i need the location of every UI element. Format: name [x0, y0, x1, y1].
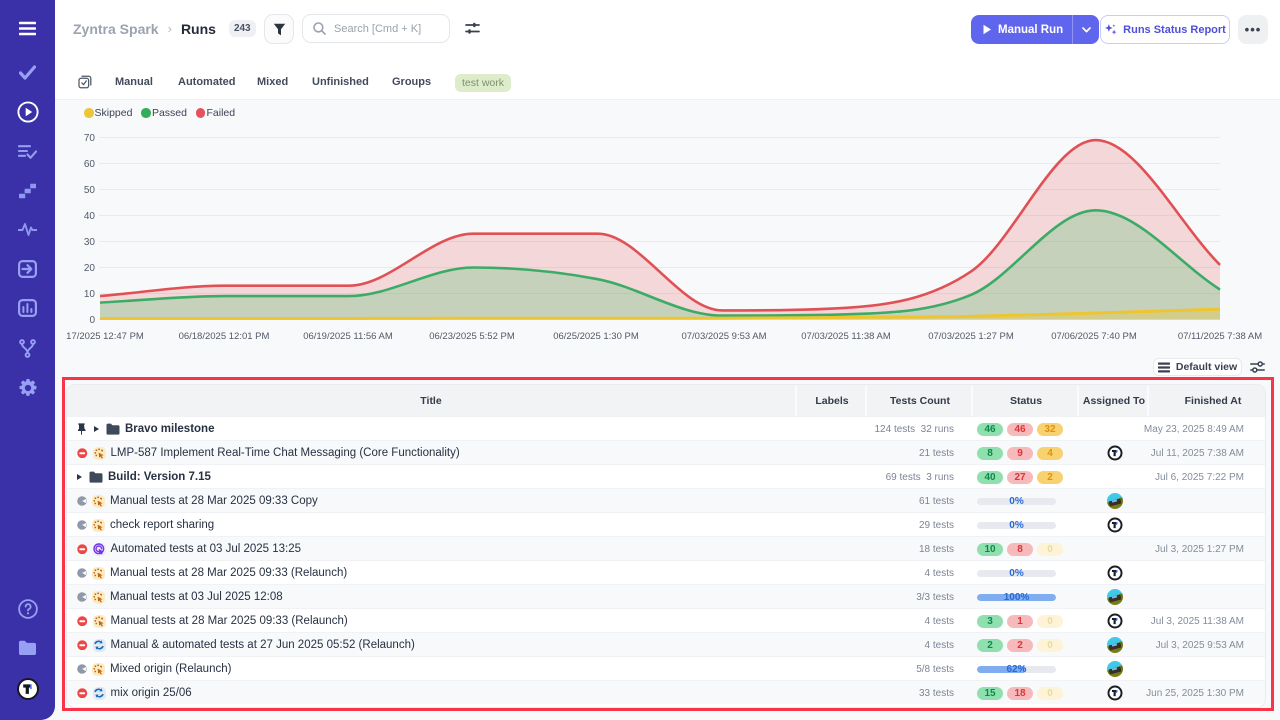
svg-text:06/23/2025 5:52 PM: 06/23/2025 5:52 PM — [429, 331, 515, 342]
svg-text:07/03/2025 1:27 PM: 07/03/2025 1:27 PM — [928, 331, 1014, 342]
svg-text:07/06/2025 7:40 PM: 07/06/2025 7:40 PM — [1051, 331, 1137, 342]
svg-text:40: 40 — [84, 211, 96, 222]
svg-text:20: 20 — [84, 263, 96, 274]
svg-text:0: 0 — [89, 315, 95, 326]
svg-text:06/19/2025 11:56 AM: 06/19/2025 11:56 AM — [303, 331, 393, 342]
svg-text:60: 60 — [84, 159, 96, 170]
svg-text:07/11/2025 7:38 AM: 07/11/2025 7:38 AM — [1178, 331, 1262, 342]
svg-text:50: 50 — [84, 185, 96, 196]
svg-text:17/2025 12:47 PM: 17/2025 12:47 PM — [66, 331, 144, 342]
svg-text:10: 10 — [84, 289, 96, 300]
svg-text:06/18/2025 12:01 PM: 06/18/2025 12:01 PM — [179, 331, 270, 342]
svg-text:70: 70 — [84, 133, 96, 144]
svg-text:07/03/2025 11:38 AM: 07/03/2025 11:38 AM — [801, 331, 891, 342]
svg-text:07/03/2025 9:53 AM: 07/03/2025 9:53 AM — [681, 331, 766, 342]
svg-text:30: 30 — [84, 237, 96, 248]
svg-text:06/25/2025 1:30 PM: 06/25/2025 1:30 PM — [553, 331, 639, 342]
